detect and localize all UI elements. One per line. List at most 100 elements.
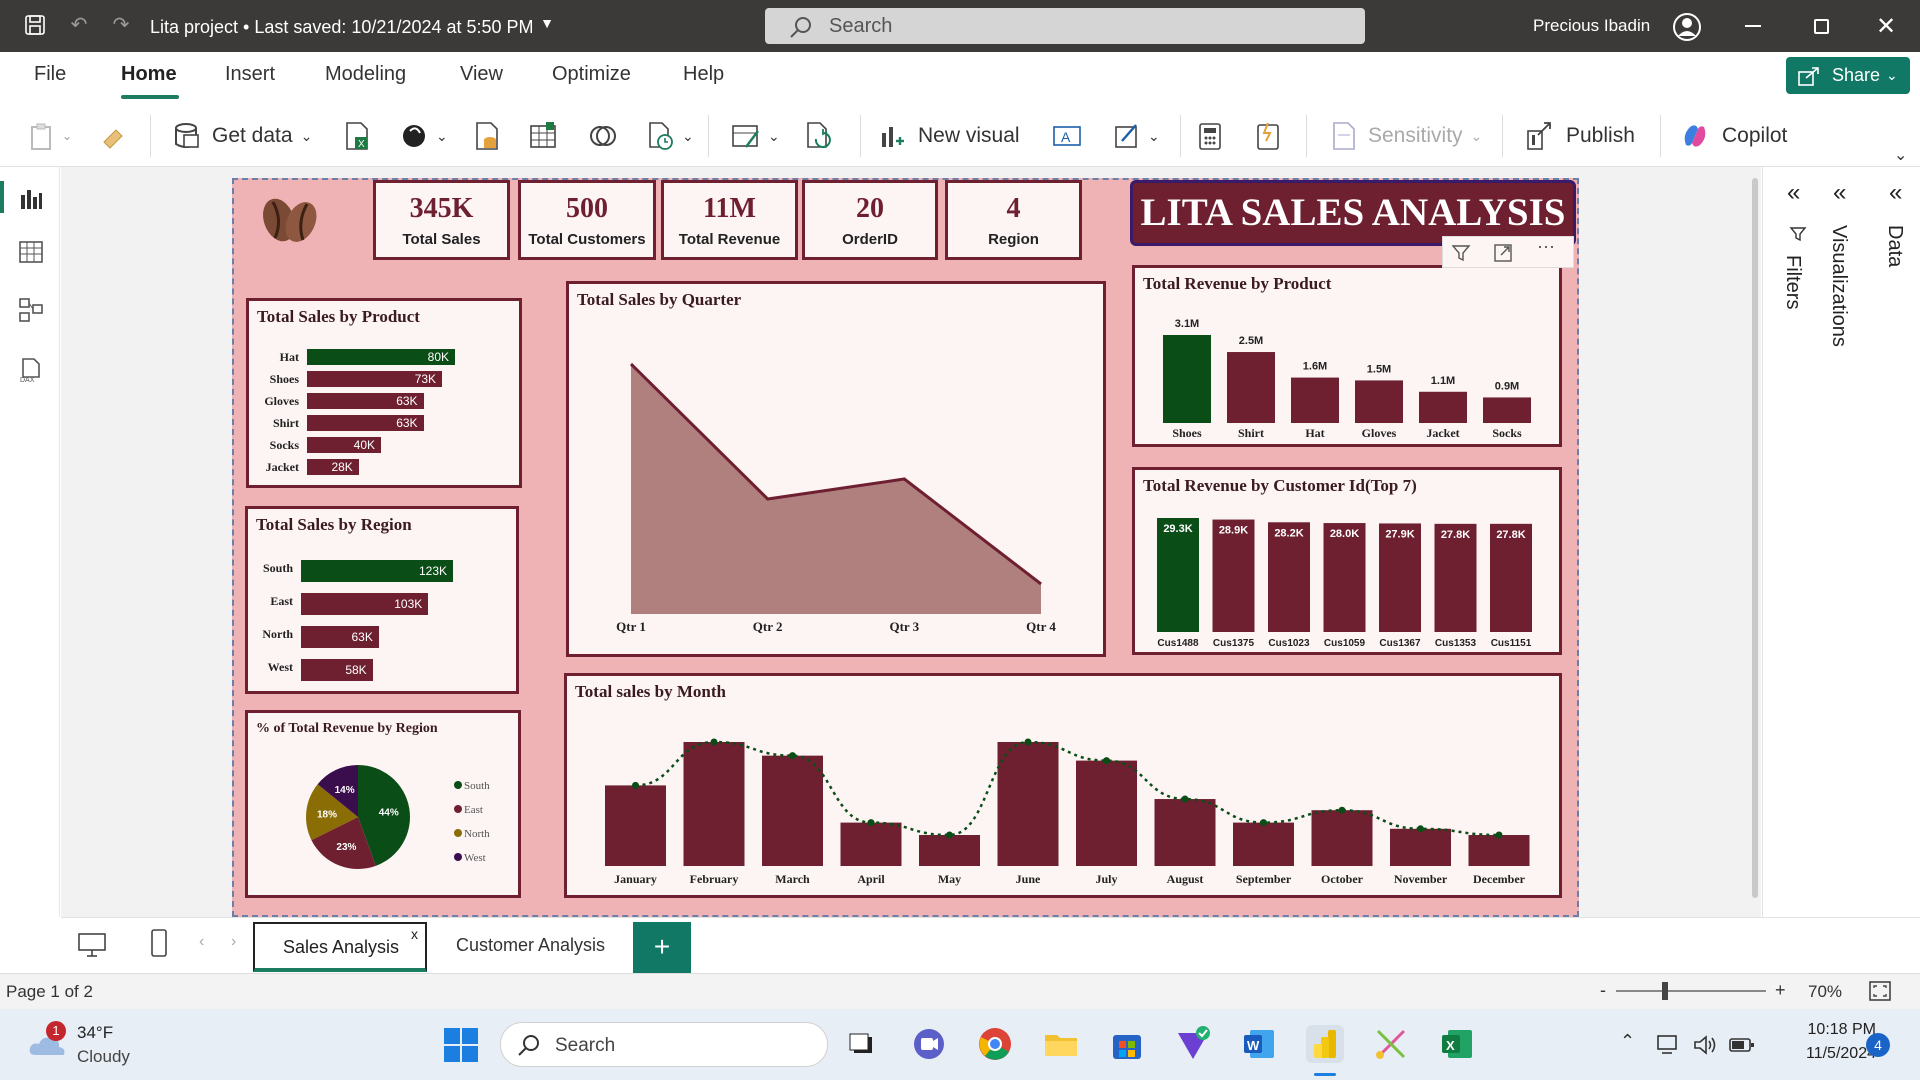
menu-file[interactable]: File [34,63,66,86]
bar[interactable]: 80K [307,349,455,365]
menu-view[interactable]: View [460,63,503,86]
bar[interactable] [1076,760,1137,866]
publish-button[interactable]: Publish [1524,119,1635,153]
zoom-slider-thumb[interactable] [1662,982,1668,1000]
menu-insert[interactable]: Insert [225,63,275,86]
report-view-icon[interactable] [18,185,44,211]
snipping-tool-icon[interactable] [1372,1025,1410,1063]
excel-icon[interactable]: X [1438,1025,1476,1063]
power-bi-icon[interactable] [1306,1025,1344,1063]
canvas-scrollbar[interactable] [1752,178,1758,898]
bar[interactable]: 103K [301,593,429,615]
next-page-icon[interactable]: › [231,933,236,951]
bar[interactable]: 58K [301,659,373,681]
menu-optimize[interactable]: Optimize [552,63,631,86]
dax-query-view-icon[interactable]: DAX [18,357,44,383]
zoom-level[interactable]: 70% [1808,982,1842,1002]
clock-date[interactable]: 11/5/2024 [1776,1045,1876,1063]
undo-icon[interactable]: ↶ [68,14,90,36]
trend-point[interactable] [1338,806,1346,814]
menu-modeling[interactable]: Modeling [325,63,406,86]
bar[interactable]: 63K [301,626,379,648]
clock-time[interactable]: 10:18 PM [1786,1021,1876,1039]
bar[interactable] [1157,518,1199,632]
trend-point[interactable] [789,752,796,760]
trend-point[interactable] [1103,757,1110,765]
excel-workbook-icon[interactable]: X [343,119,371,153]
volume-icon[interactable] [1692,1033,1718,1057]
bar[interactable] [683,742,745,866]
mobile-layout-icon[interactable] [149,928,169,958]
tab-sales-analysis[interactable]: Sales Analysis x [253,922,427,972]
bar[interactable] [605,785,666,866]
focus-mode-icon[interactable] [1493,243,1513,263]
user-name[interactable]: Precious Ibadin [1533,16,1650,36]
bar[interactable] [1154,799,1216,866]
bar[interactable] [1311,810,1373,866]
get-data-button[interactable]: Get data ⌄ [172,119,312,153]
filter-icon[interactable] [1451,243,1471,263]
ribbon-collapse-icon[interactable]: ⌄ [1894,145,1907,165]
battery-icon[interactable] [1728,1035,1756,1055]
chevron-down-icon[interactable]: ▼ [536,12,558,34]
model-view-icon[interactable] [18,297,44,323]
bar[interactable]: 123K [301,560,453,582]
filters-pane-label[interactable]: Filters [1781,255,1804,309]
chart-sales-by-region[interactable]: Total Sales by Region South 123K East 103K N… [245,506,519,694]
trend-point[interactable] [1260,819,1267,827]
tab-customer-analysis[interactable]: Customer Analysis [456,935,605,956]
format-painter-icon[interactable] [100,119,128,153]
microsoft-store-icon[interactable] [1108,1025,1146,1063]
bar[interactable] [1233,822,1294,866]
visualizations-pane-label[interactable]: Visualizations [1827,225,1850,347]
bar[interactable] [1355,380,1403,423]
chart-revenue-by-product[interactable]: Total Revenue by Product 3.1M Shoes 2.5M Sh… [1132,265,1562,447]
bar[interactable] [840,822,902,866]
trend-point[interactable] [1024,738,1032,746]
show-hidden-icons[interactable]: ⌃ [1620,1031,1635,1052]
desktop-layout-icon[interactable] [77,932,107,958]
previous-page-icon[interactable]: ‹ [199,933,204,951]
table-view-icon[interactable] [18,239,44,265]
fit-to-page-icon[interactable] [1868,980,1892,1002]
chart-sales-by-product[interactable]: Total Sales by Product Hat 80K Shoes 73K Glo… [246,298,522,488]
file-explorer-icon[interactable] [1042,1025,1080,1063]
chart-sales-by-month[interactable]: Total sales by Month January February Marc… [564,673,1562,898]
redo-icon[interactable]: ↷ [110,14,132,36]
bar[interactable] [1291,377,1339,423]
chart-revenue-by-customer[interactable]: Total Revenue by Customer Id(Top 7) 29.3… [1132,467,1562,655]
trend-point[interactable] [632,781,639,789]
zoom-out-icon[interactable]: - [1600,980,1606,1001]
trend-point[interactable] [946,831,953,839]
network-icon[interactable] [1656,1033,1682,1057]
trend-point[interactable] [867,819,875,827]
new-measure-icon[interactable] [1196,119,1224,153]
bar[interactable]: 40K [307,437,381,453]
bar[interactable] [1163,335,1211,423]
trend-point[interactable] [1495,831,1503,839]
copilot-button[interactable]: Copilot [1680,119,1787,153]
tab-close-icon[interactable]: x [411,926,418,942]
title-search-box[interactable]: Search [765,8,1365,44]
bar[interactable] [997,742,1059,866]
task-view-icon[interactable] [844,1025,882,1063]
chart-sales-by-quarter[interactable]: Total Sales by Quarter Qtr 1 Qtr 2 Qtr 3 Qt… [566,281,1106,657]
dataverse-icon[interactable] [588,119,618,153]
notification-count-badge[interactable]: 4 [1866,1033,1890,1057]
trend-point[interactable] [1417,825,1424,833]
bar[interactable] [919,835,980,866]
zoom-in-icon[interactable]: + [1775,980,1786,1001]
bar[interactable]: 63K [307,415,424,431]
more-visuals-icon[interactable]: ⌄ [1112,119,1160,153]
vpn-app-icon[interactable] [1174,1025,1212,1063]
bar[interactable] [1483,397,1531,423]
share-button[interactable]: Share ⌄ [1786,57,1910,94]
enter-data-icon[interactable] [528,119,558,153]
sql-server-icon[interactable] [473,119,501,153]
menu-home[interactable]: Home [121,63,177,86]
user-avatar-icon[interactable] [1672,12,1702,47]
more-options-icon[interactable]: ⋯ [1537,237,1556,258]
paste-icon[interactable]: ⌄ [28,119,72,153]
minimize-icon[interactable] [1745,25,1761,27]
filters-collapse-icon[interactable]: « [1787,179,1800,207]
